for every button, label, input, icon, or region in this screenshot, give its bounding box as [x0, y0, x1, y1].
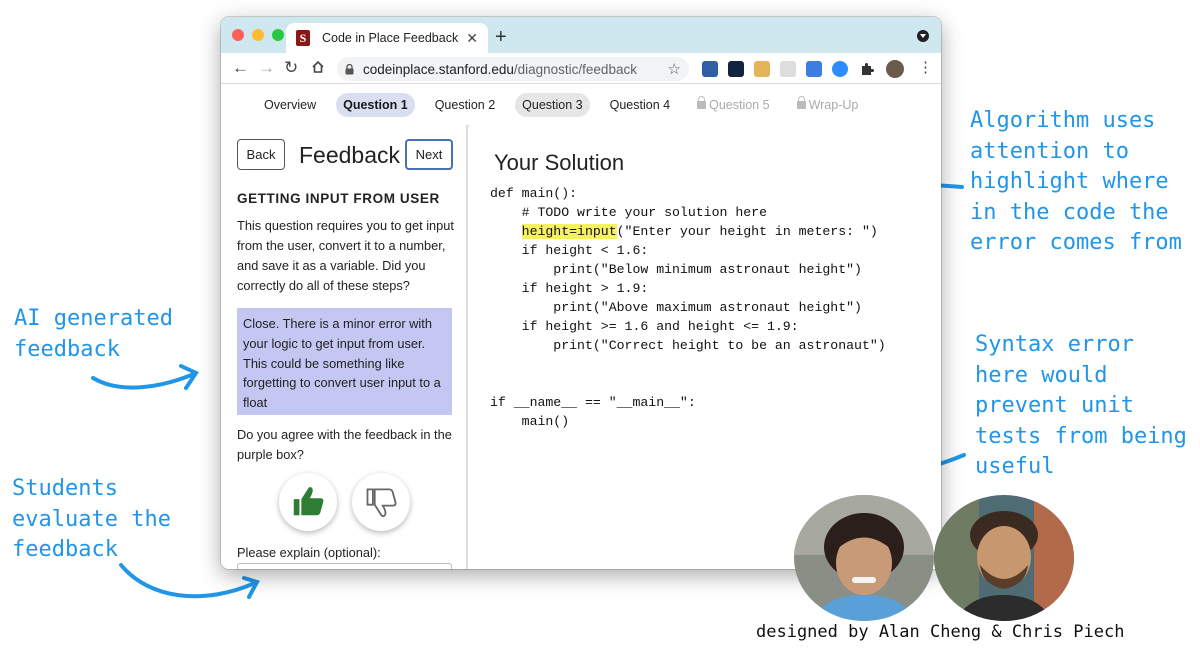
stanford-favicon: S	[296, 30, 310, 46]
nav-overview[interactable]: Overview	[257, 93, 323, 117]
star-icon[interactable]: ☆	[668, 60, 681, 78]
code-line-3: height=input("Enter your height in meter…	[490, 222, 878, 241]
annotation-ai-feedback: AI generated feedback	[14, 306, 173, 362]
code-line-10: if __name__ == "__main__":	[490, 395, 696, 410]
reload-icon[interactable]: ↻	[284, 57, 298, 79]
extension-image-icon[interactable]	[754, 61, 770, 77]
url-host: codeinplace.stanford.edu	[363, 61, 514, 77]
code-line-9: print("Correct height to be an astronaut…	[490, 338, 886, 353]
next-button[interactable]: Next	[405, 139, 453, 170]
forward-arrow-icon[interactable]: →	[258, 57, 275, 79]
code-line-8: if height >= 1.6 and height <= 1.9:	[490, 319, 799, 334]
close-icon[interactable]: ✕	[466, 30, 478, 47]
extension-shield-icon[interactable]	[780, 61, 796, 77]
code-line-3-rest: ("Enter your height in meters: ")	[616, 224, 878, 239]
url-path: /diagnostic/feedback	[513, 61, 637, 77]
thumbs-up-icon	[293, 486, 324, 516]
code-line-6: if height > 1.9:	[490, 281, 649, 296]
arrow-to-rating	[119, 563, 257, 599]
section-title: GETTING INPUT FROM USER	[237, 191, 440, 206]
extension-badge-icon[interactable]	[806, 61, 822, 77]
solution-title: Your Solution	[494, 150, 625, 175]
tab-search-icon[interactable]	[917, 30, 929, 42]
minimize-window-button[interactable]	[252, 29, 264, 41]
close-window-button[interactable]	[232, 29, 244, 41]
tab-title: Code in Place Feedback	[322, 31, 459, 45]
avatar-chris-piech	[934, 495, 1074, 621]
browser-toolbar: ← → ↻ codeinplace.stanford.edu/diagnosti…	[221, 53, 941, 84]
annotation-algorithm: Algorithm uses attention to highlight wh…	[970, 108, 1182, 255]
puzzle-icon[interactable]	[859, 61, 875, 77]
avatar-alan-cheng	[794, 495, 934, 621]
agree-question: Do you agree with the feedback in the pu…	[237, 427, 452, 462]
arrow-to-feedback	[91, 372, 196, 390]
address-bar[interactable]: codeinplace.stanford.edu/diagnostic/feed…	[337, 57, 689, 81]
nav-question-4[interactable]: Question 4	[603, 93, 677, 117]
lock-icon	[345, 63, 354, 74]
maximize-window-button[interactable]	[272, 29, 284, 41]
nav-wrap-up-label: Wrap-Up	[808, 98, 859, 112]
code-line-4: if height < 1.6:	[490, 243, 649, 258]
lock-icon	[796, 96, 806, 109]
arrow-to-rating-head	[242, 576, 260, 599]
feedback-panel: Back Feedback Next GETTING INPUT FROM US…	[221, 125, 468, 569]
code-line-2: # TODO write your solution here	[490, 205, 767, 220]
nav-question-3[interactable]: Question 3	[515, 93, 590, 117]
code-line-11: main()	[490, 414, 570, 429]
annotation-students: Students evaluate the feedback	[12, 476, 171, 562]
explain-input[interactable]	[237, 563, 452, 569]
tab-strip: S Code in Place Feedback ✕ +	[221, 17, 941, 53]
lock-icon	[697, 96, 707, 109]
extension-zoom-icon[interactable]	[832, 61, 848, 77]
thumbs-down-button[interactable]	[352, 473, 410, 531]
nav-question-2[interactable]: Question 2	[428, 93, 502, 117]
annotation-syntax: Syntax error here would prevent unit tes…	[975, 332, 1187, 479]
question-nav: Overview Question 1 Question 2 Question …	[221, 85, 941, 125]
nav-question-5: Question 5	[690, 93, 776, 117]
thumbs-up-button[interactable]	[279, 473, 337, 531]
nav-wrap-up: Wrap-Up	[790, 93, 866, 117]
back-button[interactable]: Back	[237, 139, 285, 170]
credit-line: designed by Alan Cheng & Chris Piech	[756, 622, 1125, 642]
code-highlight: height=input	[521, 224, 617, 239]
browser-window: S Code in Place Feedback ✕ + ← → ↻ codei…	[221, 17, 941, 569]
explain-label: Please explain (optional):	[237, 545, 381, 560]
code-line-5: print("Below minimum astronaut height")	[490, 262, 862, 277]
new-tab-button[interactable]: +	[495, 26, 507, 49]
feedback-title: Feedback	[299, 142, 401, 168]
profile-avatar[interactable]	[886, 60, 904, 78]
ai-feedback-box: Close. There is a minor error with your …	[237, 308, 452, 415]
question-text: This question requires you to get input …	[237, 218, 454, 293]
extension-graduation-icon[interactable]	[702, 61, 718, 77]
nav-question-5-label: Question 5	[709, 98, 770, 112]
thumbs-down-icon	[366, 488, 397, 518]
nav-question-1[interactable]: Question 1	[336, 93, 415, 117]
code-line-7: print("Above maximum astronaut height")	[490, 300, 862, 315]
back-arrow-icon[interactable]: ←	[232, 57, 249, 79]
home-icon[interactable]	[311, 58, 325, 80]
arrow-to-feedback-head	[179, 364, 199, 390]
kebab-icon[interactable]: ⋮	[918, 58, 933, 78]
extension-react-icon[interactable]	[728, 61, 744, 77]
code-line-1: def main():	[490, 186, 578, 201]
browser-tab[interactable]: S Code in Place Feedback ✕	[286, 23, 488, 53]
